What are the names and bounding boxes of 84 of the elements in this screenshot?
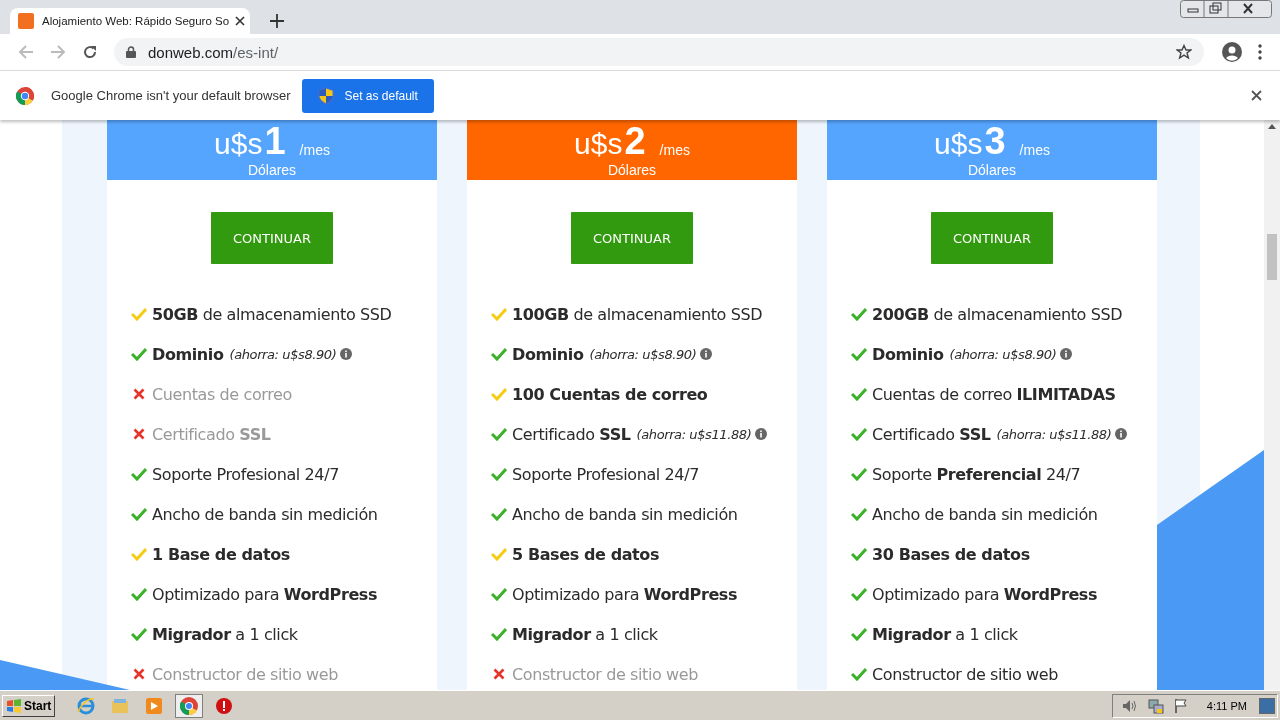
continue-button[interactable]: CONTINUAR <box>211 212 333 264</box>
infobar-message: Google Chrome isn't your default browser <box>51 88 291 103</box>
feature-text: Certificado SSL <box>512 424 631 444</box>
network-icon[interactable] <box>1147 697 1164 714</box>
feature-text: Ancho de banda sin medición <box>152 504 378 524</box>
feature-text: Optimizado para WordPress <box>872 584 1098 604</box>
feature-text: 1 Base de datos <box>152 544 290 564</box>
flag-icon[interactable] <box>1173 697 1188 714</box>
speaker-icon[interactable] <box>1121 698 1138 713</box>
feature-text: 100GB de almacenamiento SSD <box>512 304 763 324</box>
profile-avatar-icon[interactable] <box>1222 42 1242 62</box>
feature-text: 50GB de almacenamiento SSD <box>152 304 392 324</box>
feature-text: Dominio <box>152 344 224 364</box>
feature-text: Constructor de sitio web <box>512 664 698 684</box>
browser-tab[interactable]: Alojamiento Web: Rápido Seguro So <box>10 8 250 34</box>
menu-icon[interactable] <box>1258 44 1262 60</box>
feature-text: Ancho de banda sin medición <box>872 504 1098 524</box>
price-amount: 1 <box>264 121 286 161</box>
price-period: /mes <box>659 141 690 159</box>
feature-text: Constructor de sitio web <box>152 664 338 684</box>
tab-title: Alojamiento Web: Rápido Seguro So <box>42 15 230 27</box>
feature-text: Dominio <box>512 344 584 364</box>
feature-text: 30 Bases de datos <box>872 544 1030 564</box>
savings-note: (ahorra: u$s11.88) <box>996 426 1112 442</box>
feature-text: 5 Bases de datos <box>512 544 660 564</box>
continue-button[interactable]: CONTINUAR <box>571 212 693 264</box>
window-controls-icon[interactable] <box>1180 0 1272 18</box>
feature-text: Migrador a 1 click <box>512 624 658 644</box>
address-bar[interactable]: donweb.com/es-int/ <box>114 38 1204 66</box>
clock-text: 4:11 PM <box>1206 699 1247 712</box>
lock-icon <box>126 46 136 58</box>
feature-text: Optimizado para WordPress <box>152 584 378 604</box>
currency-label: Dólares <box>607 161 657 179</box>
set-default-button[interactable]: Set as default <box>302 78 434 113</box>
windows-logo-icon <box>6 698 22 713</box>
feature-text: Soporte Preferencial 24/7 <box>872 464 1081 484</box>
new-tab-icon[interactable] <box>270 14 284 28</box>
feature-text: Migrador a 1 click <box>152 624 298 644</box>
feature-text: Soporte Profesional 24/7 <box>512 464 699 484</box>
feature-text: Certificado SSL <box>152 424 271 444</box>
price-amount: 2 <box>624 121 646 161</box>
currency-symbol: u$s <box>214 127 263 161</box>
feature-text: Soporte Profesional 24/7 <box>152 464 339 484</box>
price-amount: 3 <box>984 121 1006 161</box>
info-icon[interactable] <box>340 348 353 360</box>
chrome-taskbar-icon[interactable] <box>175 693 204 718</box>
browser-logo-icon <box>16 86 34 105</box>
feature-text: Optimizado para WordPress <box>512 584 738 604</box>
info-icon[interactable] <box>755 428 768 440</box>
stop-sign-icon[interactable] <box>215 696 234 715</box>
savings-note: (ahorra: u$s8.90) <box>589 346 697 362</box>
feature-text: Cuentas de correo <box>152 384 292 404</box>
feature-text: 100 Cuentas de correo <box>512 384 708 404</box>
price-period: /mes <box>1019 141 1050 159</box>
start-button[interactable]: Start <box>2 694 56 717</box>
currency-label: Dólares <box>967 161 1017 179</box>
savings-note: (ahorra: u$s11.88) <box>636 426 752 442</box>
info-icon[interactable] <box>1060 348 1073 360</box>
show-desktop-icon[interactable] <box>1259 697 1275 714</box>
feature-text: Cuentas de correo ILIMITADAS <box>872 384 1116 404</box>
url-text: donweb.com/es-int/ <box>148 43 280 61</box>
shield-icon <box>318 86 335 105</box>
scroll-up-arrow-icon[interactable] <box>1268 124 1276 129</box>
feature-text: Certificado SSL <box>872 424 991 444</box>
feature-text: Ancho de banda sin medición <box>512 504 738 524</box>
continue-button[interactable]: CONTINUAR <box>931 212 1053 264</box>
reload-icon[interactable] <box>82 44 98 60</box>
info-icon[interactable] <box>700 348 713 360</box>
savings-note: (ahorra: u$s8.90) <box>949 346 1057 362</box>
currency-label: Dólares <box>247 161 297 179</box>
feature-text: Constructor de sitio web <box>872 664 1058 684</box>
feature-text: Migrador a 1 click <box>872 624 1018 644</box>
close-tab-icon[interactable] <box>235 16 246 26</box>
currency-symbol: u$s <box>934 127 983 161</box>
savings-note: (ahorra: u$s8.90) <box>229 346 337 362</box>
bookmark-star-icon[interactable] <box>1176 44 1192 60</box>
currency-symbol: u$s <box>574 127 623 161</box>
site-favicon-icon <box>18 13 34 29</box>
close-icon[interactable] <box>1251 90 1262 101</box>
feature-text: Dominio <box>872 344 944 364</box>
price-period: /mes <box>299 141 330 159</box>
scrollbar-thumb[interactable] <box>1267 234 1277 280</box>
feature-text: 200GB de almacenamiento SSD <box>872 304 1123 324</box>
info-icon[interactable] <box>1115 428 1128 440</box>
